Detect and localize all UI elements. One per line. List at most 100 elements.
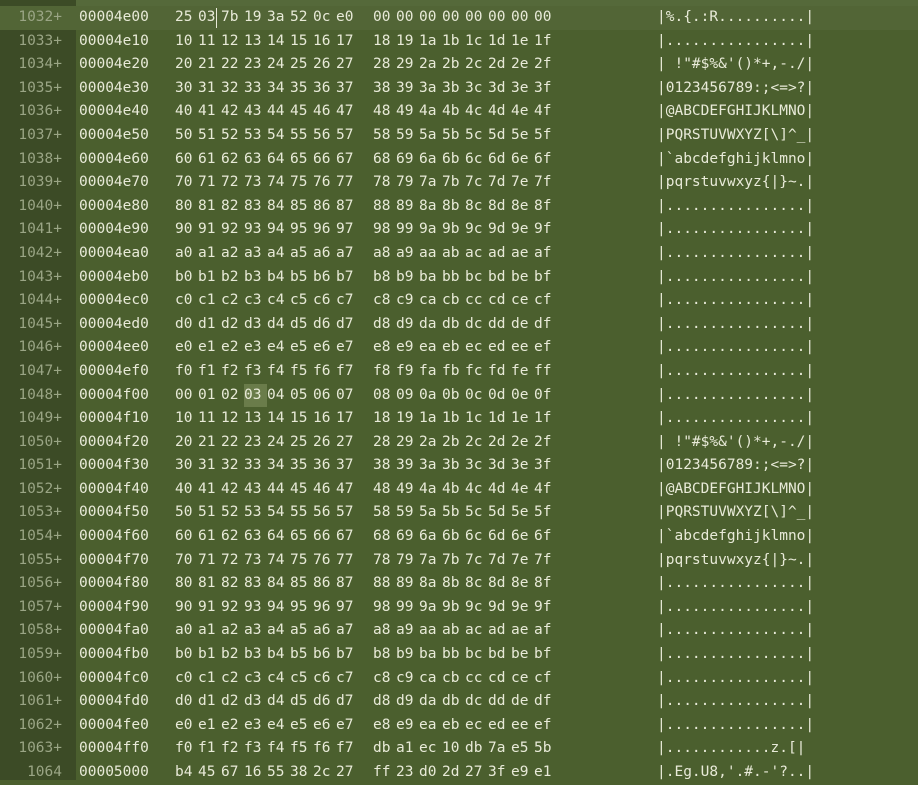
hex-byte[interactable]: 9d	[488, 218, 511, 242]
hex-byte[interactable]: 9a	[419, 596, 442, 620]
hex-byte[interactable]: 6c	[465, 148, 488, 172]
hex-byte[interactable]: b8	[373, 266, 396, 290]
hex-byte[interactable]: c1	[198, 667, 221, 691]
hex-byte[interactable]: 58	[373, 124, 396, 148]
hex-byte[interactable]: 7d	[488, 549, 511, 573]
hex-byte[interactable]: 69	[396, 148, 419, 172]
hex-byte[interactable]: 84	[267, 195, 290, 219]
hex-byte[interactable]: 4a	[419, 100, 442, 124]
hex-bytes[interactable]: d0 d1 d2 d3 d4 d5 d6 d7 d8 d9 da db dc dd de df	[175, 690, 557, 714]
hex-byte[interactable]: cf	[534, 289, 557, 313]
hex-byte[interactable]: da	[419, 690, 442, 714]
hex-byte[interactable]: 3a	[419, 77, 442, 101]
hex-byte[interactable]: 21	[198, 53, 221, 77]
hex-byte[interactable]: cf	[534, 667, 557, 691]
hex-bytes[interactable]: d0 d1 d2 d3 d4 d5 d6 d7 d8 d9 da db dc dd de df	[175, 313, 557, 337]
hex-byte[interactable]: bc	[465, 266, 488, 290]
hex-byte[interactable]: 7e	[511, 549, 534, 573]
hex-byte[interactable]: dc	[465, 313, 488, 337]
hex-byte[interactable]: 7b	[442, 171, 465, 195]
hex-byte[interactable]: 00	[465, 6, 488, 30]
hex-byte[interactable]: d0	[419, 761, 442, 785]
hex-byte[interactable]: eb	[442, 336, 465, 360]
hex-byte[interactable]: 6b	[442, 148, 465, 172]
hex-byte[interactable]: 26	[313, 431, 336, 455]
hex-byte[interactable]: 0b	[442, 384, 465, 408]
hex-byte[interactable]: c9	[396, 289, 419, 313]
hex-bytes[interactable]: 30 31 32 33 34 35 36 37 38 39 3a 3b 3c 3d 3e 3f	[175, 77, 557, 101]
hex-byte[interactable]: 28	[373, 431, 396, 455]
hex-byte[interactable]: 52	[290, 6, 313, 30]
hex-byte[interactable]: eb	[442, 714, 465, 738]
hex-byte[interactable]: c3	[244, 289, 267, 313]
hex-byte[interactable]: 11	[198, 30, 221, 54]
hex-bytes[interactable]: f0 f1 f2 f3 f4 f5 f6 f7 f8 f9 fa fb fc fd fe ff	[175, 360, 557, 384]
hex-byte[interactable]: 35	[290, 77, 313, 101]
hex-byte[interactable]: 72	[221, 171, 244, 195]
hex-byte[interactable]: 62	[221, 525, 244, 549]
hex-byte[interactable]: a7	[336, 619, 359, 643]
hex-byte[interactable]: ae	[511, 242, 534, 266]
hex-byte[interactable]: 58	[373, 501, 396, 525]
hex-byte[interactable]: 9b	[442, 596, 465, 620]
hex-byte[interactable]: bf	[534, 643, 557, 667]
hex-byte[interactable]: ef	[534, 336, 557, 360]
hex-byte[interactable]: 25	[290, 431, 313, 455]
hex-byte[interactable]: ec	[465, 336, 488, 360]
hex-byte[interactable]: 4b	[442, 100, 465, 124]
hex-byte[interactable]: e5	[290, 336, 313, 360]
hex-byte[interactable]: 3a	[267, 6, 290, 30]
hex-byte[interactable]: b5	[290, 643, 313, 667]
hex-byte[interactable]: d9	[396, 690, 419, 714]
hex-line[interactable]: 1036+ 00004e40 40 41 42 43 44 45 46 47 48 49 4a 4b 4c 4…	[0, 100, 918, 124]
hex-byte[interactable]: 90	[175, 596, 198, 620]
hex-bytes[interactable]: 60 61 62 63 64 65 66 67 68 69 6a 6b 6c 6d 6e 6f	[175, 525, 557, 549]
hex-byte[interactable]: ff	[373, 761, 396, 785]
hex-bytes[interactable]: 50 51 52 53 54 55 56 57 58 59 5a 5b 5c 5d 5e 5f	[175, 501, 557, 525]
hex-byte[interactable]: 2b	[442, 53, 465, 77]
hex-byte[interactable]: 5a	[419, 501, 442, 525]
hex-byte[interactable]: 5b	[534, 737, 557, 761]
hex-byte[interactable]: 39	[396, 77, 419, 101]
hex-byte[interactable]: 16	[313, 407, 336, 431]
hex-byte[interactable]: 90	[175, 218, 198, 242]
hex-byte[interactable]: 7a	[419, 171, 442, 195]
hex-line[interactable]: 1053+ 00004f50 50 51 52 53 54 55 56 57 58 59 5a 5b 5c 5…	[0, 501, 918, 525]
hex-byte[interactable]: 22	[221, 53, 244, 77]
hex-byte[interactable]: aa	[419, 619, 442, 643]
hex-byte[interactable]: 64	[267, 148, 290, 172]
hex-byte[interactable]: 7c	[465, 549, 488, 573]
hex-byte[interactable]: e1	[198, 714, 221, 738]
hex-byte[interactable]: a3	[244, 242, 267, 266]
hex-byte[interactable]: 5b	[442, 124, 465, 148]
hex-byte[interactable]: aa	[419, 242, 442, 266]
hex-byte[interactable]: a5	[290, 242, 313, 266]
hex-byte[interactable]: b2	[221, 643, 244, 667]
hex-byte[interactable]: b3	[244, 643, 267, 667]
hex-byte[interactable]: 1e	[511, 407, 534, 431]
hex-byte[interactable]: be	[511, 266, 534, 290]
hex-byte[interactable]: 0d	[488, 384, 511, 408]
hex-byte[interactable]: 9d	[488, 596, 511, 620]
hex-byte[interactable]: 23	[396, 761, 419, 785]
hex-byte[interactable]: 94	[267, 218, 290, 242]
hex-line[interactable]: 1052+ 00004f40 40 41 42 43 44 45 46 47 48 49 4a 4b 4c 4…	[0, 478, 918, 502]
hex-bytes[interactable]: 20 21 22 23 24 25 26 27 28 29 2a 2b 2c 2d 2e 2f	[175, 431, 557, 455]
hex-byte[interactable]: 56	[313, 124, 336, 148]
hex-byte[interactable]: 6f	[534, 148, 557, 172]
hex-byte[interactable]: 07	[336, 384, 359, 408]
hex-byte[interactable]: 60	[175, 148, 198, 172]
hex-byte[interactable]: ed	[488, 336, 511, 360]
hex-byte[interactable]: 76	[313, 171, 336, 195]
hex-byte[interactable]: 7c	[465, 171, 488, 195]
hex-byte[interactable]: 27	[465, 761, 488, 785]
hex-byte[interactable]: f1	[198, 360, 221, 384]
hex-byte[interactable]: 9e	[511, 218, 534, 242]
hex-byte[interactable]: 16	[244, 761, 267, 785]
hex-byte[interactable]: fe	[511, 360, 534, 384]
hex-byte[interactable]: 25	[290, 53, 313, 77]
hex-byte[interactable]: 8f	[534, 572, 557, 596]
hex-byte[interactable]: 34	[267, 77, 290, 101]
hex-byte[interactable]: af	[534, 242, 557, 266]
hex-byte[interactable]: a6	[313, 242, 336, 266]
